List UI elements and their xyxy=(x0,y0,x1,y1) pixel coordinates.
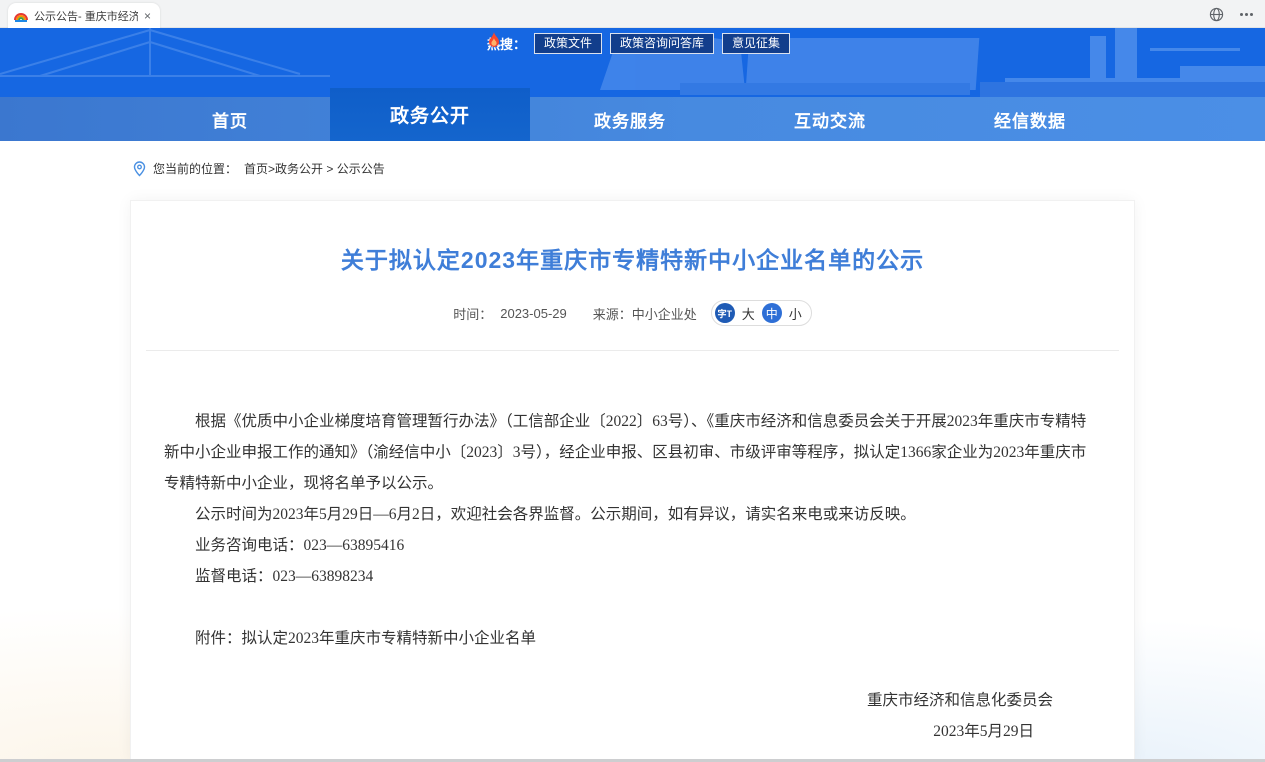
meta-source: 来源：中小企业处 xyxy=(593,304,697,323)
hot-search-item-policy-qa[interactable]: 政策咨询问答库 xyxy=(610,33,714,54)
page: 公示公告- 重庆市经济和信息化 × xyxy=(0,0,1265,762)
nav-item-gov-services[interactable]: 政务服务 xyxy=(530,97,730,141)
article-body: 根据《优质中小企业梯度培育管理暂行办法》（工信部企业〔2022〕63号）、《重庆… xyxy=(131,406,1134,747)
browser-menu-icon[interactable] xyxy=(1240,13,1253,16)
font-size-medium-button[interactable]: 中 xyxy=(762,303,782,323)
browser-tab[interactable]: 公示公告- 重庆市经济和信息化 × xyxy=(8,3,160,28)
hot-search-bar: 热搜： 政策文件 政策咨询问答库 意见征集 xyxy=(487,32,790,54)
paragraph: 根据《优质中小企业梯度培育管理暂行办法》（工信部企业〔2022〕63号）、《重庆… xyxy=(164,406,1101,499)
globe-icon[interactable] xyxy=(1209,7,1224,22)
hot-search-label: 热搜： xyxy=(487,34,526,53)
nav-item-gov-disclosure[interactable]: 政务公开 xyxy=(330,88,530,141)
header-banner: 热搜： 政策文件 政策咨询问答库 意见征集 xyxy=(0,28,1265,97)
meta-divider xyxy=(146,350,1119,351)
hot-search-item-policy-files[interactable]: 政策文件 xyxy=(534,33,602,54)
font-size-small-button[interactable]: 小 xyxy=(789,304,802,323)
paragraph-phone-consult: 业务咨询电话：023—63895416 xyxy=(164,530,1101,561)
hot-search-item-opinions[interactable]: 意见征集 xyxy=(722,33,790,54)
font-size-control: 字T 大 中 小 xyxy=(711,300,812,326)
nav-item-interaction[interactable]: 互动交流 xyxy=(730,97,930,141)
flame-icon xyxy=(487,32,501,48)
site-favicon-icon xyxy=(14,9,28,23)
paragraph: 公示时间为2023年5月29日—6月2日，欢迎社会各界监督。公示期间，如有异议，… xyxy=(164,499,1101,530)
article-card: 关于拟认定2023年重庆市专精特新中小企业名单的公示 时间： 2023-05-2… xyxy=(130,200,1135,762)
main-navigation: 首页 政务公开 政务服务 互动交流 经信数据 xyxy=(0,97,1265,141)
meta-time-value: 2023-05-29 xyxy=(500,306,567,321)
article-title: 关于拟认定2023年重庆市专精特新中小企业名单的公示 xyxy=(131,241,1134,275)
font-size-large-button[interactable]: 大 xyxy=(742,304,755,323)
breadcrumb-prefix: 您当前的位置： xyxy=(153,160,237,177)
location-pin-icon xyxy=(133,161,146,177)
breadcrumb: 您当前的位置： 首页>政务公开 > 公示公告 xyxy=(133,160,385,177)
attachment-link[interactable]: 附件：拟认定2023年重庆市专精特新中小企业名单 xyxy=(164,623,1101,654)
tab-close-icon[interactable]: × xyxy=(144,9,151,23)
nav-item-home[interactable]: 首页 xyxy=(130,97,330,141)
signature-date: 2023年5月29日 xyxy=(164,716,1101,747)
meta-time-label: 时间： xyxy=(453,304,492,323)
signature-org: 重庆市经济和信息化委员会 xyxy=(164,685,1101,716)
breadcrumb-path[interactable]: 首页>政务公开 > 公示公告 xyxy=(244,160,385,177)
article-meta: 时间： 2023-05-29 来源：中小企业处 字T 大 中 小 xyxy=(131,300,1134,326)
tab-title: 公示公告- 重庆市经济和信息化 xyxy=(34,8,138,24)
browser-chrome: 公示公告- 重庆市经济和信息化 × xyxy=(0,0,1265,28)
paragraph-phone-supervise: 监督电话：023—63898234 xyxy=(164,561,1101,592)
nav-item-data[interactable]: 经信数据 xyxy=(930,97,1130,141)
font-size-icon: 字T xyxy=(715,303,735,323)
